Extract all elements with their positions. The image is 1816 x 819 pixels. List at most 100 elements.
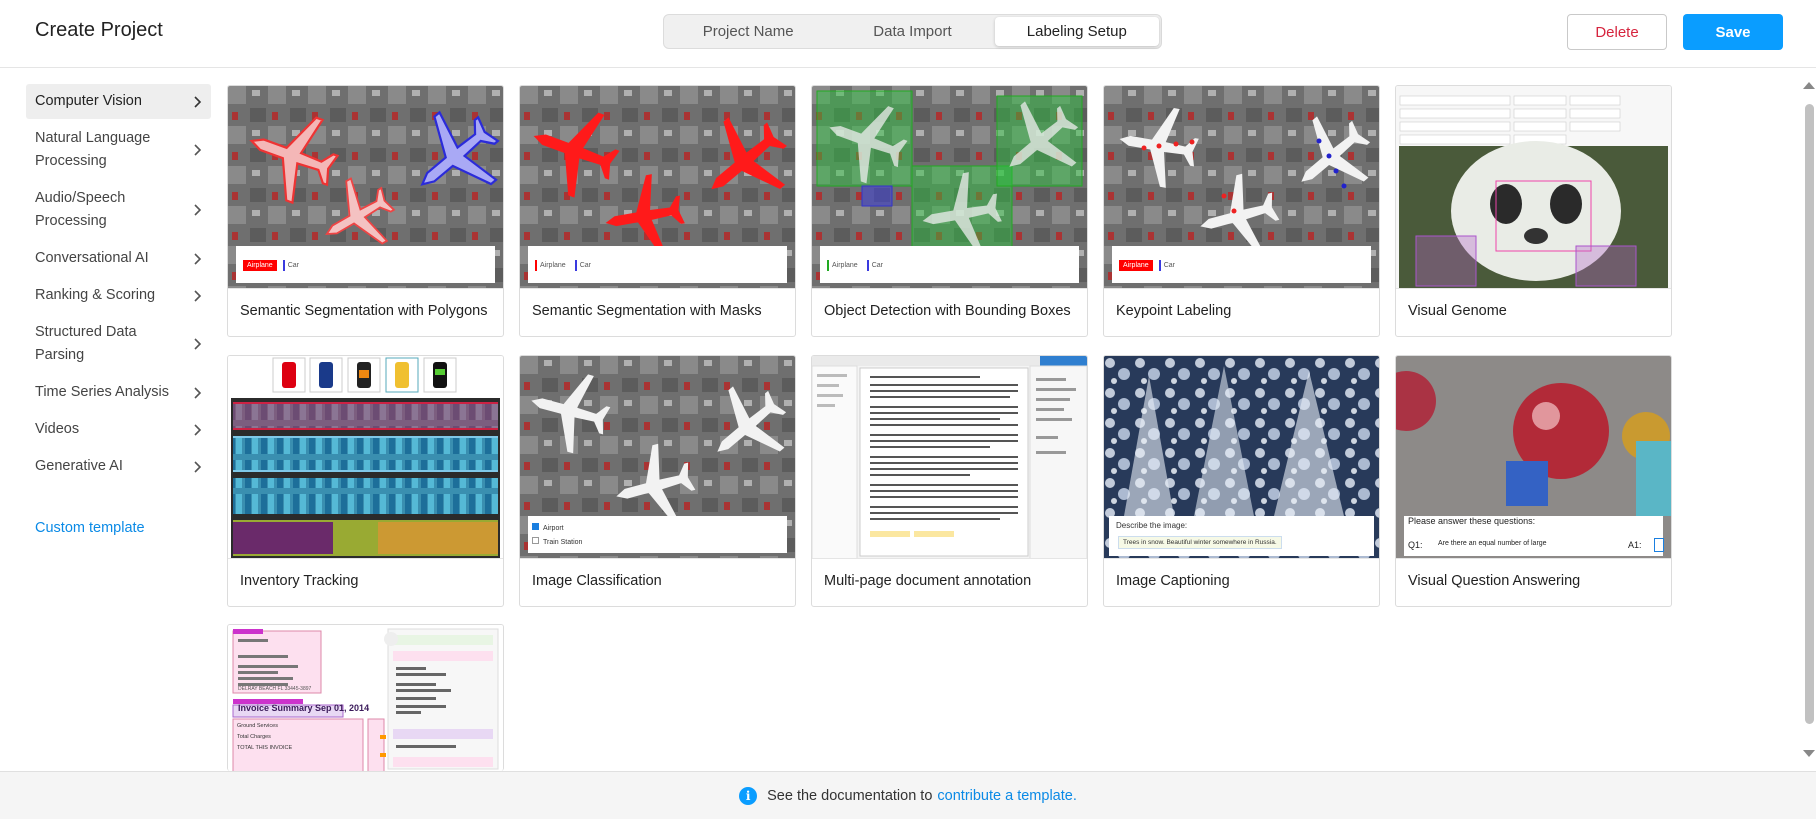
template-label: Image Captioning: [1116, 573, 1230, 589]
checkbox-checked-icon: [532, 523, 539, 530]
tag-airplane: Airplane: [827, 260, 861, 271]
scroll-down-icon[interactable]: [1803, 750, 1815, 757]
tag-car: Car: [866, 260, 886, 271]
sidebar-item-label: Conversational AI: [35, 250, 149, 266]
template-card-classification[interactable]: Airport Train Station Image Classificati…: [519, 355, 796, 607]
chevron-right-icon: [194, 144, 202, 156]
template-label: Visual Question Answering: [1408, 573, 1581, 589]
scrollbar[interactable]: [1801, 82, 1816, 762]
sidebar-item-label: Generative AI: [35, 458, 123, 474]
airport-bbox-image: [812, 86, 1087, 288]
checkbox-icon: [532, 537, 539, 544]
choice-train-station[interactable]: Train Station: [532, 536, 582, 550]
caption-prompt: Describe the image:: [1116, 521, 1188, 530]
chevron-right-icon: [194, 338, 202, 350]
sidebar-item-label: Natural Language Processing: [35, 130, 151, 169]
create-project-page: Create Project Project Name Data Import …: [0, 0, 1816, 819]
label-tags: Airplane Car: [535, 260, 594, 271]
sidebar-item-audio[interactable]: Audio/Speech Processing: [26, 181, 211, 239]
caption-value: Trees in snow. Beautiful winter somewher…: [1118, 536, 1282, 549]
vqa-answer-label: A1:: [1628, 540, 1642, 550]
template-thumbnail: [228, 356, 503, 559]
tab-labeling-setup[interactable]: Labeling Setup: [994, 17, 1159, 46]
save-button[interactable]: Save: [1683, 14, 1783, 50]
choice-label: Airport: [543, 525, 564, 532]
sidebar-item-videos[interactable]: Videos: [26, 412, 211, 447]
label-tags: Airplane Car: [1119, 260, 1178, 271]
template-thumbnail: [1396, 86, 1671, 289]
airport-keypoints-image: [1104, 86, 1379, 288]
choice-label: Train Station: [543, 539, 583, 546]
invoice-line: Ground Services: [237, 723, 278, 729]
tab-data-import[interactable]: Data Import: [830, 17, 994, 46]
template-thumbnail: [1396, 356, 1671, 559]
label-tags: Airplane Car: [827, 260, 886, 271]
scroll-thumb[interactable]: [1805, 104, 1814, 724]
sidebar-item-generative-ai[interactable]: Generative AI: [26, 449, 211, 484]
vqa-answer-input[interactable]: [1654, 538, 1664, 552]
custom-template-link[interactable]: Custom template: [35, 520, 145, 536]
template-thumbnail: [228, 86, 503, 289]
vqa-prompt: Please answer these questions:: [1408, 516, 1536, 526]
info-icon: i: [739, 786, 758, 805]
choice-airport[interactable]: Airport: [532, 522, 582, 536]
sidebar-item-computer-vision[interactable]: Computer Vision: [26, 84, 211, 119]
airport-masks-image: [520, 86, 795, 288]
sidebar-item-label: Audio/Speech Processing: [35, 190, 126, 229]
sidebar-item-label: Computer Vision: [35, 93, 142, 109]
tag-airplane: Airplane: [1119, 260, 1153, 271]
header: Create Project Project Name Data Import …: [0, 0, 1816, 68]
page-title: Create Project: [35, 19, 163, 41]
template-thumbnail: [812, 356, 1087, 559]
tag-airplane: Airplane: [535, 260, 569, 271]
delete-button[interactable]: Delete: [1567, 14, 1667, 50]
chevron-right-icon: [194, 289, 202, 302]
vqa-question-label: Q1:: [1408, 540, 1423, 550]
document-annotation-image: [812, 356, 1087, 558]
template-card-invoice[interactable]: Invoice Summary Sep 01, 2014 Ground Serv…: [227, 624, 504, 771]
chevron-right-icon: [194, 204, 202, 216]
template-card-keypoints[interactable]: Airplane Car Keypoint Labeling: [1103, 85, 1380, 337]
sidebar-item-time-series[interactable]: Time Series Analysis: [26, 375, 211, 410]
scroll-up-icon[interactable]: [1803, 82, 1815, 89]
chevron-right-icon: [194, 423, 202, 436]
template-label: Inventory Tracking: [240, 573, 359, 589]
chevron-right-icon: [194, 252, 202, 265]
template-card-captioning[interactable]: Describe the image: Trees in snow. Beaut…: [1103, 355, 1380, 607]
footer-text: See the documentation to: [767, 787, 933, 804]
template-thumbnail: [812, 86, 1087, 289]
invoice-title: Invoice Summary Sep 01, 2014: [238, 703, 370, 713]
template-card-polygons[interactable]: Airplane Car Semantic Segmentation with …: [227, 85, 504, 337]
sidebar-item-structured-data[interactable]: Structured Data Parsing: [26, 315, 211, 373]
sidebar-item-label: Time Series Analysis: [35, 384, 170, 400]
template-label: Image Classification: [532, 573, 662, 589]
tag-car: Car: [574, 260, 594, 271]
contribute-template-link[interactable]: contribute a template.: [937, 788, 1076, 804]
tag-car: Car: [1158, 260, 1178, 271]
sidebar-item-label: Ranking & Scoring: [35, 287, 156, 303]
sidebar-item-conversational-ai[interactable]: Conversational AI: [26, 241, 211, 276]
template-card-vqa[interactable]: Please answer these questions: Q1: Are t…: [1395, 355, 1672, 607]
vqa-question-text: Are there an equal number of large: [1438, 540, 1547, 547]
template-card-multipage-doc[interactable]: Multi-page document annotation: [811, 355, 1088, 607]
template-card-visual-genome[interactable]: Visual Genome: [1395, 85, 1672, 337]
panda-genome-image: [1396, 86, 1671, 288]
3d-shapes-image: [1396, 356, 1671, 558]
template-card-masks[interactable]: Airplane Car Semantic Segmentation with …: [519, 85, 796, 337]
tag-car: Car: [282, 260, 302, 271]
airport-polygons-image: [228, 86, 503, 288]
sidebar-item-ranking[interactable]: Ranking & Scoring: [26, 278, 211, 313]
tag-airplane: Airplane: [243, 260, 277, 271]
store-shelf-image: [228, 356, 503, 558]
template-label: Keypoint Labeling: [1116, 303, 1232, 319]
tab-project-name[interactable]: Project Name: [666, 17, 830, 46]
template-card-inventory[interactable]: Inventory Tracking: [227, 355, 504, 607]
template-thumbnail: [520, 86, 795, 289]
sidebar-item-nlp[interactable]: Natural Language Processing: [26, 121, 211, 179]
template-label: Multi-page document annotation: [824, 573, 1032, 589]
template-label: Semantic Segmentation with Polygons: [240, 303, 488, 319]
category-sidebar: Computer Vision Natural Language Process…: [26, 84, 211, 486]
template-label: Visual Genome: [1408, 303, 1507, 319]
sidebar-item-label: Videos: [35, 421, 80, 437]
template-card-bounding-boxes[interactable]: Airplane Car Object Detection with Bound…: [811, 85, 1088, 337]
